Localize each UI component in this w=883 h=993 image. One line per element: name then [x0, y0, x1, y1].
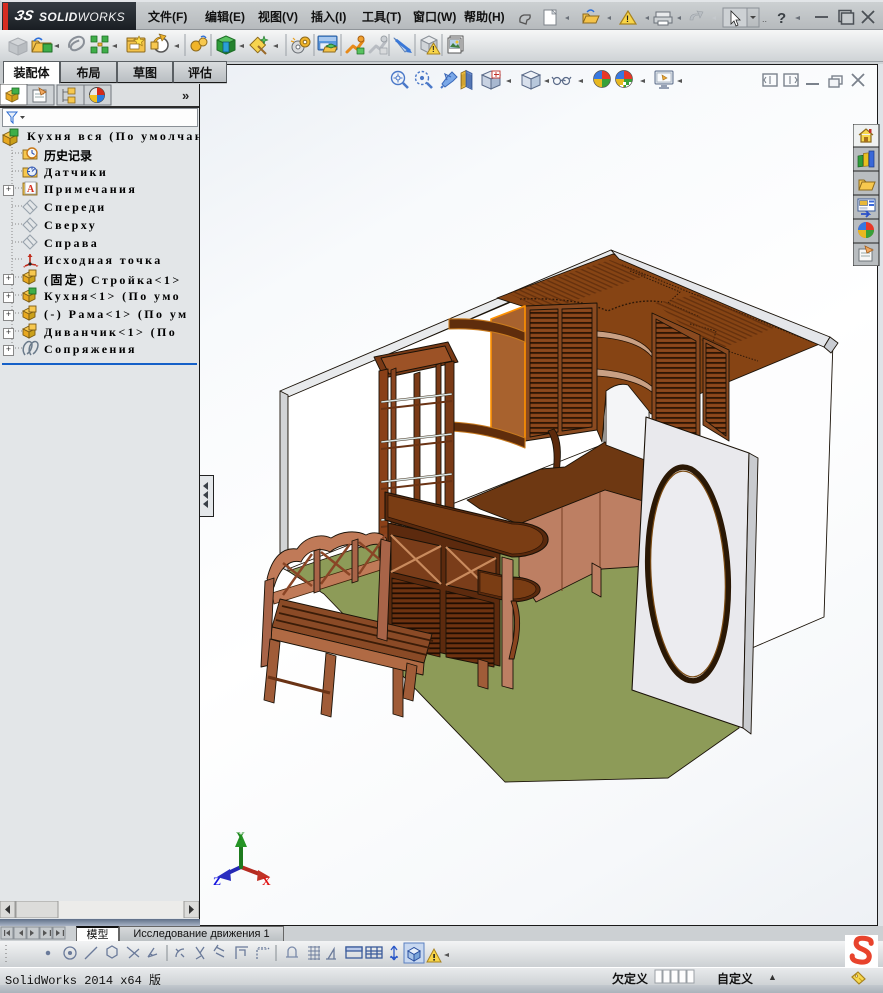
svg-text:..: ..	[762, 14, 767, 24]
svg-text:»: »	[182, 88, 189, 103]
svg-text:Z: Z	[213, 874, 221, 888]
svg-text:X: X	[262, 874, 271, 888]
svg-text:Y: Y	[236, 829, 245, 843]
svg-text:!: !	[626, 14, 629, 24]
svg-text:!: !	[432, 45, 435, 54]
svg-text:?: ?	[777, 10, 786, 27]
